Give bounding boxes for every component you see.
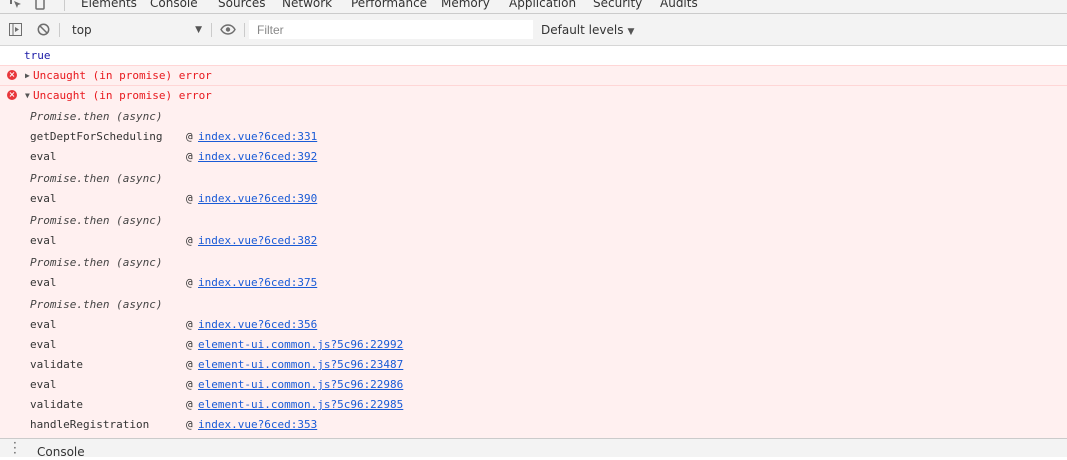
console-result-row: true: [0, 46, 1067, 66]
stack-frame-function: getDeptForScheduling: [30, 130, 163, 143]
stack-frame-source-link[interactable]: index.vue?6ced:375: [198, 276, 317, 289]
show-sidebar-icon[interactable]: [9, 23, 22, 39]
inspect-element-icon[interactable]: [9, 0, 23, 10]
tabbar-separator: [64, 0, 65, 11]
tab-performance[interactable]: Performance: [351, 0, 427, 13]
tab-security[interactable]: Security: [593, 0, 642, 13]
stack-frame-source-link[interactable]: element-ui.common.js?5c96:22986: [198, 378, 403, 391]
stack-frame-at: @: [186, 130, 193, 143]
stack-frame-function: validate: [30, 358, 83, 371]
stack-frame-at: @: [186, 150, 193, 163]
tab-console[interactable]: Console: [150, 0, 198, 13]
stack-frame-at: @: [186, 234, 193, 247]
error-text: Uncaught (in promise) error: [33, 89, 212, 102]
stack-frame-source-link[interactable]: index.vue?6ced:382: [198, 234, 317, 247]
stack-frame-source-link[interactable]: element-ui.common.js?5c96:22992: [198, 338, 403, 351]
stack-frame-function: eval: [30, 234, 57, 247]
stack-frame-function: validate: [30, 398, 83, 411]
stack-frame-source-link[interactable]: index.vue?6ced:356: [198, 318, 317, 331]
filter-input[interactable]: [249, 20, 533, 39]
error-icon: ×: [7, 70, 17, 80]
stack-frame-at: @: [186, 276, 193, 289]
console-toolbar: top ▼ Default levels▼: [0, 14, 1067, 46]
console-drawer: · · · Console: [0, 437, 1067, 459]
error-icon: ×: [7, 90, 17, 100]
expand-triangle-icon[interactable]: ▶: [25, 71, 30, 80]
stack-frame-function: eval: [30, 150, 57, 163]
tab-audits[interactable]: Audits: [660, 0, 698, 13]
tab-application[interactable]: Application: [509, 0, 576, 13]
tab-network[interactable]: Network: [282, 0, 332, 13]
collapse-triangle-icon[interactable]: ▼: [25, 91, 30, 100]
clear-console-icon[interactable]: [37, 23, 50, 39]
stack-frame-function: eval: [30, 192, 57, 205]
dropdown-arrow-icon: ▼: [195, 25, 202, 35]
stack-frame-source-link[interactable]: index.vue?6ced:353: [198, 418, 317, 431]
stack-frame-source-link[interactable]: index.vue?6ced:392: [198, 150, 317, 163]
stack-frame-source-link[interactable]: index.vue?6ced:331: [198, 130, 317, 143]
stack-frame-source-link[interactable]: element-ui.common.js?5c96:22985: [198, 398, 403, 411]
stack-frame-function: eval: [30, 338, 57, 351]
toolbar-separator: [244, 23, 245, 37]
stack-frame-source-link[interactable]: element-ui.common.js?5c96:23487: [198, 358, 403, 371]
drawer-tab-console[interactable]: Console: [37, 445, 85, 459]
log-levels-label: Default levels: [541, 23, 624, 37]
console-messages: true × ▶ Uncaught (in promise) error × ▼…: [0, 46, 1067, 438]
toolbar-separator: [59, 23, 60, 37]
tab-memory[interactable]: Memory: [441, 0, 490, 13]
async-frame-label: Promise.then (async): [30, 298, 163, 311]
log-levels-dropdown[interactable]: Default levels ▼: [541, 21, 634, 39]
context-selector[interactable]: top ▼: [64, 21, 208, 39]
error-message-expanded: × ▼ Uncaught (in promise) error Promise.…: [0, 85, 1067, 438]
devtools-tabbar: Elements Console Sources Network Perform…: [0, 0, 1067, 14]
async-frame-label: Promise.then (async): [30, 110, 163, 123]
stack-frame-source-link[interactable]: index.vue?6ced:390: [198, 192, 317, 205]
stack-frame-function: eval: [30, 318, 57, 331]
stack-frame-at: @: [186, 378, 193, 391]
toolbar-separator: [211, 23, 212, 37]
stack-frame-at: @: [186, 318, 193, 331]
result-value: true: [24, 49, 51, 62]
tab-sources[interactable]: Sources: [218, 0, 265, 13]
stack-frame-at: @: [186, 398, 193, 411]
stack-frame-at: @: [186, 418, 193, 431]
async-frame-label: Promise.then (async): [30, 214, 163, 227]
stack-frame-at: @: [186, 338, 193, 351]
stack-frame-at: @: [186, 192, 193, 205]
stack-frame-function: handleRegistration: [30, 418, 150, 431]
dropdown-arrow-icon: ▼: [627, 27, 635, 37]
stack-frame-at: @: [186, 358, 193, 371]
tab-elements[interactable]: Elements: [81, 0, 137, 13]
live-expression-eye-icon[interactable]: [220, 24, 236, 38]
error-text: Uncaught (in promise) error: [33, 69, 212, 82]
context-value: top: [72, 23, 92, 37]
device-toolbar-icon[interactable]: [33, 0, 47, 10]
stack-frame-function: eval: [30, 276, 57, 289]
error-message-collapsed[interactable]: × ▶ Uncaught (in promise) error: [0, 65, 1067, 86]
async-frame-label: Promise.then (async): [30, 256, 163, 269]
drawer-menu-icon[interactable]: · · ·: [13, 437, 17, 459]
stack-frame-function: eval: [30, 378, 57, 391]
async-frame-label: Promise.then (async): [30, 172, 163, 185]
